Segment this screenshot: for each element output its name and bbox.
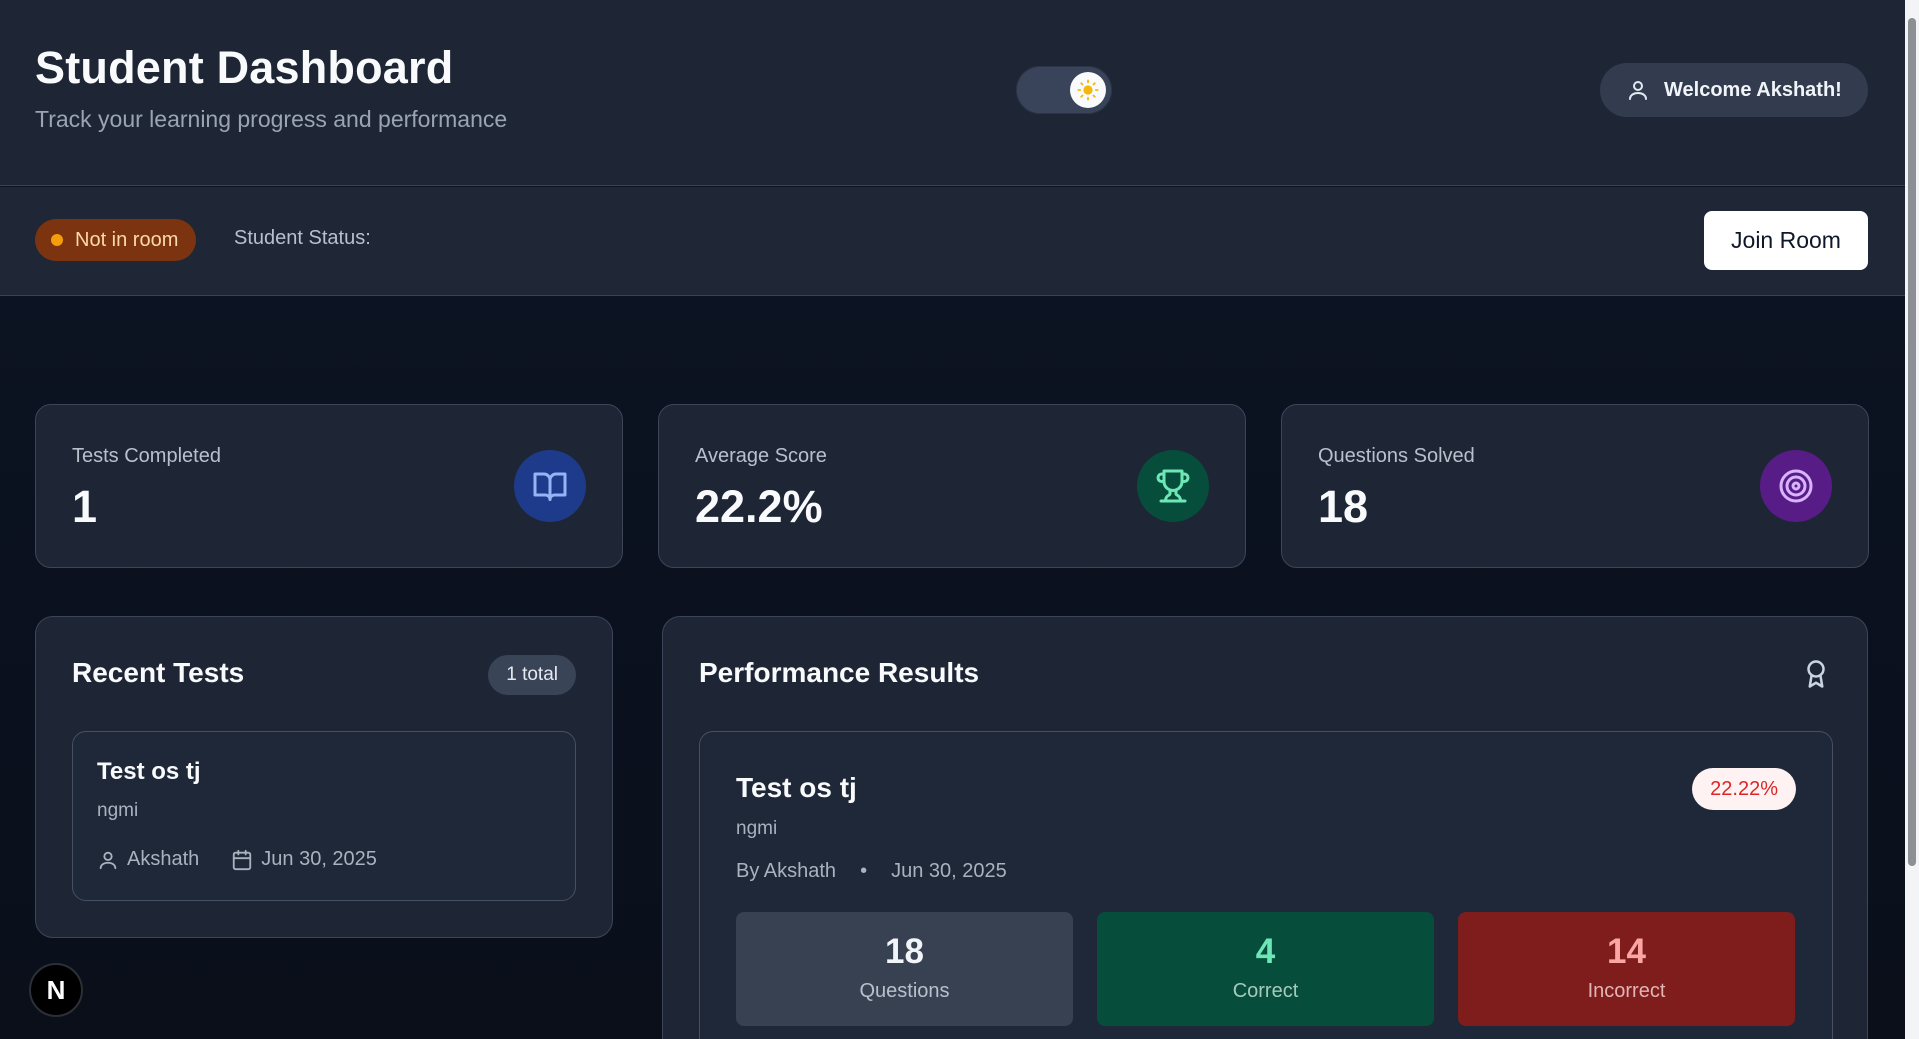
total-badge: 1 total [488,655,576,695]
nextjs-dev-indicator-button[interactable]: N [29,963,83,1017]
status-dot-icon [51,234,63,246]
test-name: Test os tj [97,758,201,785]
scrollbar-thumb[interactable] [1908,18,1916,866]
test-description: ngmi [97,800,139,821]
metric-label: Incorrect [1587,980,1666,1002]
metric-value: 4 [1255,932,1276,971]
user-icon [99,851,117,869]
stat-value: 18 [1318,481,1369,532]
stat-card-average-score: Average Score 22.2% [658,404,1246,568]
result-author: By Akshath [736,860,837,882]
calendar-icon [233,849,252,870]
test-date: Jun 30, 2025 [261,848,377,870]
stat-label: Tests Completed [72,445,221,467]
room-status-badge: Not in room [35,219,197,261]
result-date: Jun 30, 2025 [891,860,1007,882]
result-card[interactable]: Test os tj 22.22% ngmi By Akshath • Jun … [699,731,1833,1039]
student-status-label: Student Status: [234,227,371,249]
recent-tests-title: Recent Tests [72,657,245,688]
book-open-icon [514,450,586,522]
stat-value: 22.2% [695,481,823,532]
theme-toggle[interactable] [1016,66,1112,114]
scrollbar[interactable] [1905,0,1919,1039]
stat-card-questions-solved: Questions Solved 18 [1281,404,1869,568]
welcome-text: Welcome Akshath! [1664,78,1842,101]
join-room-button[interactable]: Join Room [1704,211,1868,270]
recent-tests-panel: Recent Tests 1 total Test os tj ngmi Aks… [35,616,613,938]
list-item[interactable]: Test os tj ngmi Akshath Jun 30, 2025 [72,731,576,901]
score-percent-badge: 22.22% [1692,768,1796,810]
stat-card-tests-completed: Tests Completed 1 [35,404,623,568]
metric-label: Questions [859,980,950,1002]
metric-value: 14 [1607,932,1646,971]
stat-label: Questions Solved [1318,445,1475,467]
room-status-text: Not in room [75,228,179,251]
target-icon [1760,450,1832,522]
user-icon [1629,81,1647,100]
performance-results-panel: Performance Results Test os tj 22.22% ng… [662,616,1868,1039]
metric-correct: 4 Correct [1097,912,1434,1026]
metric-value: 18 [885,932,924,971]
sun-icon [1077,79,1099,101]
test-meta: Akshath Jun 30, 2025 [97,848,377,871]
metric-questions: 18 Questions [736,912,1073,1026]
stat-value: 1 [72,481,98,532]
page-subtitle: Track your learning progress and perform… [35,106,508,132]
page-header: Student Dashboard Track your learning pr… [0,0,1905,186]
stat-label: Average Score [695,445,827,467]
performance-title: Performance Results [699,657,980,688]
award-icon [1801,657,1831,696]
metric-label: Correct [1232,980,1299,1002]
toggle-knob[interactable] [1070,72,1106,108]
meta-separator: • [860,860,868,882]
test-author: Akshath [127,848,200,870]
result-description: ngmi [736,818,778,839]
page-title: Student Dashboard [35,42,454,93]
status-bar: Not in room Student Status: Join Room [0,187,1905,296]
user-menu-button[interactable]: Welcome Akshath! [1600,63,1868,117]
result-test-name: Test os tj [736,772,857,803]
metric-incorrect: 14 Incorrect [1458,912,1795,1026]
result-meta: By Akshath • Jun 30, 2025 [736,860,1007,883]
trophy-icon [1137,450,1209,522]
